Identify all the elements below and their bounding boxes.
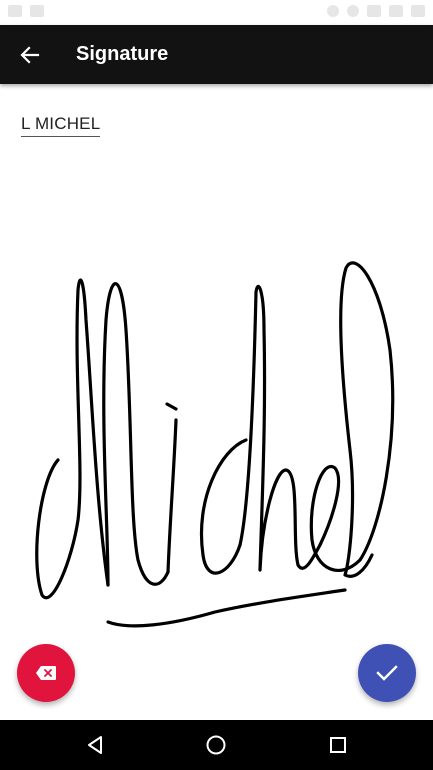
clear-signature-button[interactable] [17,644,75,702]
nav-recents-button[interactable] [323,730,353,760]
signature-stroke [106,588,347,628]
signature-stroke [200,438,248,575]
signal-icon [389,5,403,17]
status-icon [327,5,339,17]
signature-stroke [339,261,395,578]
app-bar: Signature [0,25,433,84]
signer-name-label: L MICHEL [21,114,101,137]
page-title: Signature [76,43,169,65]
signature-stroke [102,282,170,587]
status-notification-icons [8,5,44,17]
back-button[interactable] [14,39,46,71]
battery-icon [411,5,425,17]
notification-icon [8,5,22,17]
status-bar [0,0,433,25]
status-system-icons [327,5,425,17]
notification-icon [30,5,44,17]
triangle-back-icon [88,736,102,754]
system-navigation-bar [0,720,433,770]
confirm-signature-button[interactable] [358,644,416,702]
signature-screen: Signature L MICHEL [0,0,433,770]
check-icon [376,665,398,681]
nav-home-button[interactable] [201,730,231,760]
nav-back-button[interactable] [80,730,110,760]
signature-stroke [166,418,178,574]
backspace-icon [36,666,56,680]
square-recents-icon [330,737,346,753]
wifi-icon [367,5,381,17]
signature-stroke [165,402,178,411]
arrow-left-icon [20,46,40,64]
signature-stroke [238,284,322,572]
signature-strokes [35,261,395,628]
signature-pad[interactable] [0,140,433,720]
circle-home-icon [206,735,226,755]
status-icon [347,5,359,17]
signature-stroke [35,278,110,600]
